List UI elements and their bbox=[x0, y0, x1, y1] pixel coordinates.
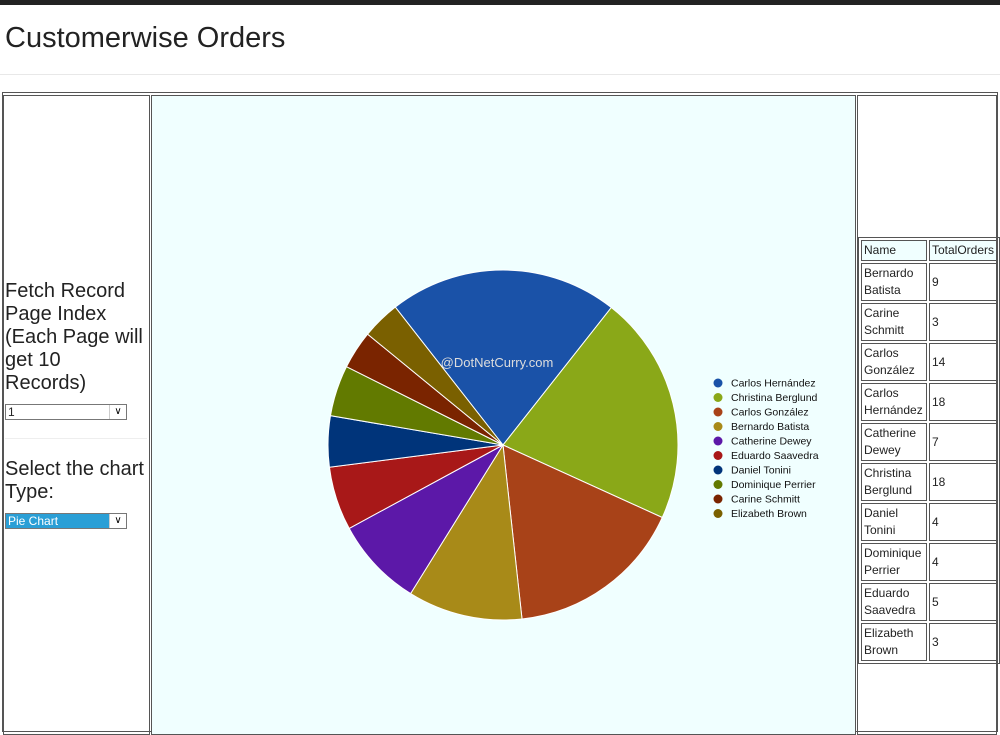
page-index-label: Fetch Record Page Index (Each Page will … bbox=[5, 280, 143, 394]
top-bar bbox=[0, 0, 1000, 5]
table-row: Christina Berglund 18 bbox=[861, 463, 997, 501]
pie-chart: @DotNetCurry.com Carlos Hernández Christi… bbox=[327, 269, 819, 621]
legend-label: Christina Berglund bbox=[731, 392, 818, 404]
chart-type-label: Select the chart Type: bbox=[5, 458, 144, 503]
table-row: Carlos Hernández 18 bbox=[861, 383, 997, 421]
chart-type-select[interactable]: Pie Chart ∨ bbox=[5, 513, 127, 529]
cell-total-orders: 3 bbox=[928, 623, 997, 661]
header-total-orders: TotalOrders bbox=[928, 240, 997, 261]
cell-name: Carlos González bbox=[861, 343, 927, 381]
cell-name: Dominique Perrier bbox=[861, 543, 927, 581]
page-index-value: 1 bbox=[8, 405, 15, 419]
table-row: Eduardo Saavedra 5 bbox=[861, 583, 997, 621]
cell-total-orders: 9 bbox=[928, 263, 997, 301]
divider bbox=[5, 438, 147, 439]
page-index-select[interactable]: 1 ∨ bbox=[5, 404, 127, 420]
cell-name: Eduardo Saavedra bbox=[861, 583, 927, 621]
table-row: Carine Schmitt 3 bbox=[861, 303, 997, 341]
cell-total-orders: 4 bbox=[928, 543, 997, 581]
legend-label: Dominique Perrier bbox=[731, 479, 816, 491]
cell-name: Carlos Hernández bbox=[861, 383, 927, 421]
page-title: Customerwise Orders bbox=[5, 22, 286, 54]
table-row: Bernardo Batista 9 bbox=[861, 263, 997, 301]
legend-marker bbox=[713, 494, 723, 504]
cell-name: Elizabeth Brown bbox=[861, 623, 927, 661]
cell-total-orders: 3 bbox=[928, 303, 997, 341]
chevron-down-icon: ∨ bbox=[109, 514, 126, 528]
table-row: Catherine Dewey 7 bbox=[861, 423, 997, 461]
chart-type-value: Pie Chart bbox=[8, 514, 59, 528]
cell-name: Bernardo Batista bbox=[861, 263, 927, 301]
cell-name: Christina Berglund bbox=[861, 463, 927, 501]
legend-label: Bernardo Batista bbox=[731, 421, 809, 433]
legend-label: Carine Schmitt bbox=[731, 494, 800, 506]
table-row: Dominique Perrier 4 bbox=[861, 543, 997, 581]
cell-total-orders: 4 bbox=[928, 503, 997, 541]
legend-label: Carlos González bbox=[731, 407, 809, 419]
legend-marker bbox=[713, 436, 723, 446]
legend-marker bbox=[713, 407, 723, 417]
legend-marker bbox=[713, 509, 723, 518]
legend-label: Catherine Dewey bbox=[731, 436, 812, 448]
divider bbox=[0, 74, 1000, 75]
cell-total-orders: 5 bbox=[928, 583, 997, 621]
table-row: Elizabeth Brown 3 bbox=[861, 623, 997, 661]
watermark: @DotNetCurry.com bbox=[441, 355, 554, 370]
cell-total-orders: 18 bbox=[928, 463, 997, 501]
legend-label: Eduardo Saavedra bbox=[731, 450, 819, 462]
legend-label: Elizabeth Brown bbox=[731, 508, 807, 520]
legend-label: Daniel Tonini bbox=[731, 465, 791, 477]
cell-total-orders: 14 bbox=[928, 343, 997, 381]
table-row: Carlos González 14 bbox=[861, 343, 997, 381]
cell-name: Daniel Tonini bbox=[861, 503, 927, 541]
header-name: Name bbox=[861, 240, 927, 261]
legend-marker bbox=[713, 378, 723, 388]
legend-marker bbox=[713, 480, 723, 489]
orders-table: Name TotalOrders Bernardo Batista 9 Carine… bbox=[858, 237, 1000, 664]
table-header-row: Name TotalOrders bbox=[861, 240, 997, 261]
cell-name: Carine Schmitt bbox=[861, 303, 927, 341]
cell-total-orders: 7 bbox=[928, 423, 997, 461]
legend-marker bbox=[713, 465, 723, 475]
chevron-down-icon: ∨ bbox=[109, 405, 126, 419]
legend-marker bbox=[713, 451, 723, 460]
table-row: Daniel Tonini 4 bbox=[861, 503, 997, 541]
legend-marker bbox=[713, 393, 723, 402]
legend-marker bbox=[713, 422, 723, 431]
cell-total-orders: 18 bbox=[928, 383, 997, 421]
cell-name: Catherine Dewey bbox=[861, 423, 927, 461]
legend-label: Carlos Hernández bbox=[731, 378, 816, 390]
